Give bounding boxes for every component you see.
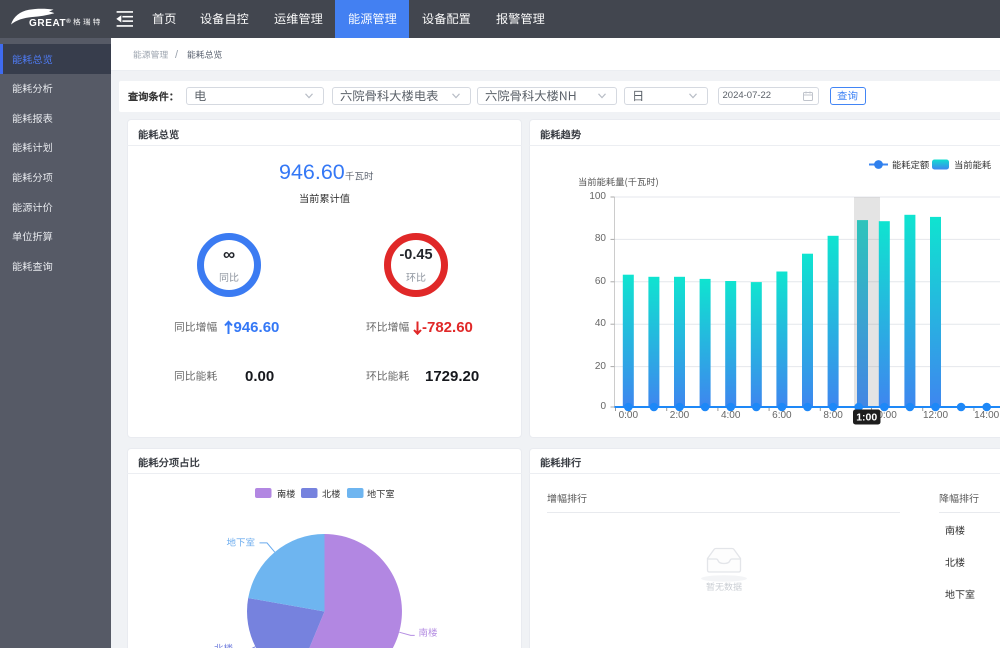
svg-text:4:00: 4:00 bbox=[721, 410, 741, 421]
svg-text:0:00: 0:00 bbox=[619, 410, 639, 421]
svg-text:12:00: 12:00 bbox=[923, 410, 948, 421]
svg-text:14:00: 14:00 bbox=[974, 410, 999, 421]
svg-text:2:00: 2:00 bbox=[670, 410, 690, 421]
svg-text:6:00: 6:00 bbox=[772, 410, 792, 421]
svg-text:1:00: 1:00 bbox=[856, 412, 877, 424]
svg-text:8:00: 8:00 bbox=[823, 410, 843, 421]
